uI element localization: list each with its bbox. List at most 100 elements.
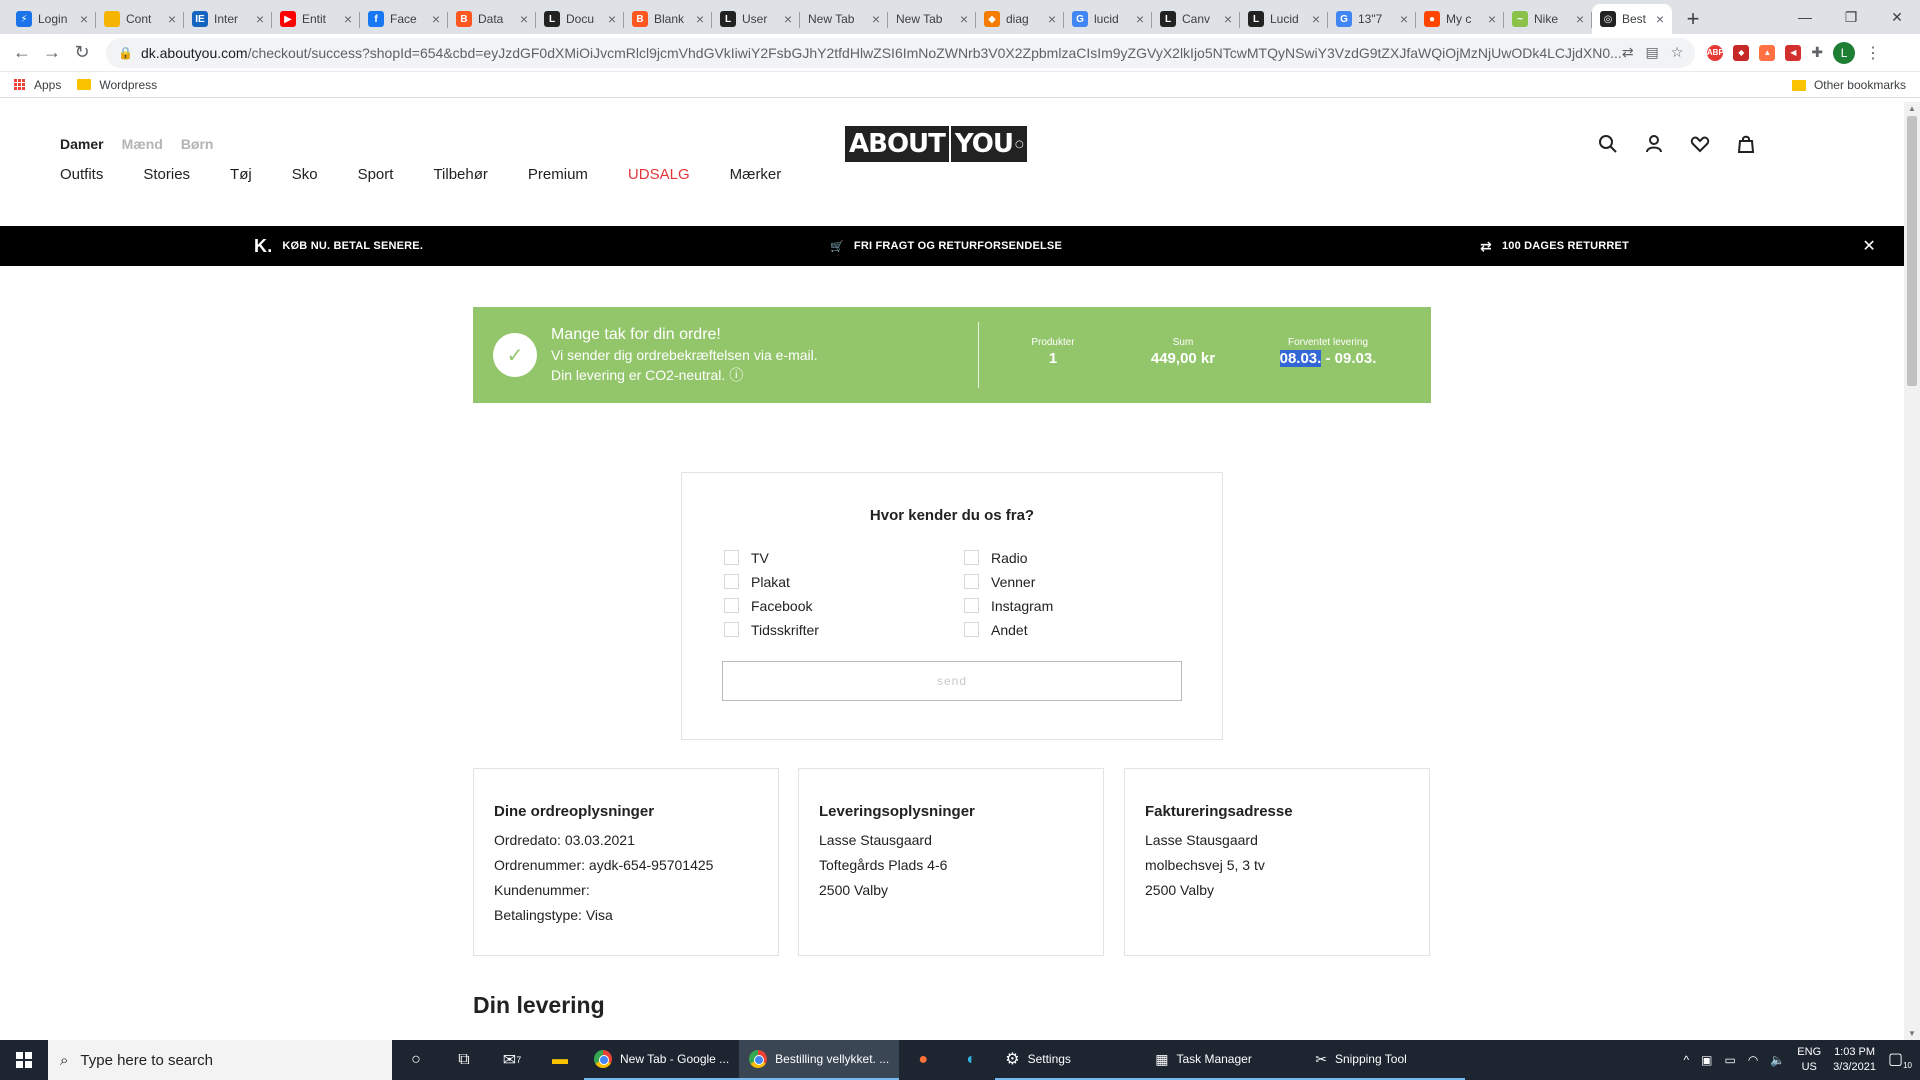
browser-tab[interactable]: IE Inter × <box>184 4 272 34</box>
checkbox[interactable] <box>724 598 739 613</box>
new-tab-button[interactable]: + <box>1678 4 1708 34</box>
nav-brands[interactable]: Mærker <box>730 166 782 183</box>
browser-tab[interactable]: Glucid × <box>1064 4 1152 34</box>
browser-tab[interactable]: G 13"7 × <box>1328 4 1416 34</box>
bookmark-apps[interactable]: Apps <box>14 78 61 92</box>
back-icon[interactable]: ← <box>8 39 36 67</box>
survey-option-magazines[interactable]: Tidsskrifter <box>724 621 964 638</box>
about-you-logo[interactable]: ABOUT YOU ○ <box>845 126 1027 162</box>
bookmark-other[interactable]: Other bookmarks <box>1791 72 1906 98</box>
browser-tab[interactable]: Cont × <box>96 4 184 34</box>
browser-tab[interactable]: ▶ Entit × <box>272 4 360 34</box>
browser-tab[interactable]: L Docu × <box>536 4 624 34</box>
taskbar-search-box[interactable]: ⌕ Type here to search <box>48 1040 392 1080</box>
checkbox[interactable] <box>964 622 979 637</box>
checkbox[interactable] <box>964 574 979 589</box>
tab-close-icon[interactable]: × <box>520 11 528 27</box>
nav-accessories[interactable]: Tilbehør <box>433 166 487 183</box>
minimize-window-icon[interactable]: — <box>1782 0 1828 34</box>
checkbox[interactable] <box>724 574 739 589</box>
browser-tab[interactable]: L User × <box>712 4 800 34</box>
file-explorer-icon[interactable]: ▬ <box>536 1040 584 1080</box>
browser-tab[interactable]: f Face × <box>360 4 448 34</box>
taskbar-app-settings[interactable]: ⚙ Settings <box>995 1040 1146 1080</box>
checkbox[interactable] <box>724 550 739 565</box>
scroll-down-icon[interactable]: ▼ <box>1908 1029 1916 1038</box>
tab-close-icon[interactable]: × <box>256 11 264 27</box>
shopping-bag-icon[interactable] <box>1736 134 1756 160</box>
chevron-up-icon[interactable]: ^ <box>1684 1053 1690 1067</box>
account-icon[interactable] <box>1644 134 1664 160</box>
tab-close-icon[interactable]: × <box>1400 11 1408 27</box>
tab-close-icon[interactable]: × <box>1656 11 1664 27</box>
close-window-icon[interactable]: ✕ <box>1874 0 1920 34</box>
menu-kebab-icon[interactable]: ⋮ <box>1865 43 1881 63</box>
browser-tab[interactable]: L Lucid × <box>1240 4 1328 34</box>
tab-close-icon[interactable]: × <box>872 11 880 27</box>
tab-close-icon[interactable]: × <box>784 11 792 27</box>
tab-close-icon[interactable]: × <box>80 11 88 27</box>
url-text[interactable]: dk.aboutyou.com/checkout/success?shopId=… <box>141 45 1622 61</box>
taskbar-app-chrome-newtab[interactable]: New Tab - Google ... <box>584 1040 740 1080</box>
forward-icon[interactable]: → <box>38 39 66 67</box>
browser-tab[interactable]: ~ Nike × <box>1504 4 1592 34</box>
nav-sale[interactable]: UDSALG <box>628 166 690 183</box>
gender-tab-women[interactable]: Damer <box>60 136 104 152</box>
browser-tab[interactable]: B Data × <box>448 4 536 34</box>
tab-close-icon[interactable]: × <box>696 11 704 27</box>
reader-mode-icon[interactable]: ▤ <box>1646 44 1659 61</box>
survey-option-facebook[interactable]: Facebook <box>724 597 964 614</box>
megaphone-extension-icon[interactable]: ◀ <box>1785 44 1802 61</box>
browser-tab[interactable]: L Canv × <box>1152 4 1240 34</box>
mail-icon[interactable]: ✉ 7 <box>488 1040 536 1080</box>
tab-close-icon[interactable]: × <box>1048 11 1056 27</box>
tab-close-icon[interactable]: × <box>432 11 440 27</box>
windows-start-icon[interactable] <box>0 1040 48 1080</box>
wifi-icon[interactable]: ◠ <box>1748 1053 1758 1067</box>
cortana-icon[interactable]: ○ <box>392 1040 440 1080</box>
survey-option-tv[interactable]: TV <box>724 549 964 566</box>
checkbox[interactable] <box>724 622 739 637</box>
clock[interactable]: 1:03 PM 3/3/2021 <box>1833 1045 1876 1075</box>
lock-icon[interactable]: 🔒 <box>118 46 133 60</box>
address-bar[interactable]: 🔒 dk.aboutyou.com/checkout/success?shopI… <box>106 37 1696 68</box>
search-icon[interactable] <box>1598 134 1618 160</box>
browser-tab[interactable]: ◎ Best × <box>1592 4 1672 34</box>
nav-shoes[interactable]: Sko <box>292 166 318 183</box>
tab-close-icon[interactable]: × <box>344 11 352 27</box>
edge-icon[interactable]: ◐ <box>947 1040 995 1080</box>
checkbox[interactable] <box>964 598 979 613</box>
nav-stories[interactable]: Stories <box>143 166 190 183</box>
browser-tab[interactable]: New Tab × <box>800 4 888 34</box>
adblock-extension-icon[interactable]: ABP <box>1707 44 1724 61</box>
tab-close-icon[interactable]: × <box>1136 11 1144 27</box>
reload-icon[interactable]: ↻ <box>68 39 96 67</box>
tab-close-icon[interactable]: × <box>1312 11 1320 27</box>
nav-premium[interactable]: Premium <box>528 166 588 183</box>
shield-extension-icon[interactable]: ◆ <box>1733 44 1750 61</box>
scrollbar-thumb[interactable] <box>1907 116 1917 386</box>
nav-sport[interactable]: Sport <box>358 166 394 183</box>
task-view-icon[interactable]: ⧉ <box>440 1040 488 1080</box>
taskbar-app-chrome-order[interactable]: Bestilling vellykket. ... <box>739 1040 900 1080</box>
survey-send-button[interactable]: send <box>722 661 1182 701</box>
survey-option-poster[interactable]: Plakat <box>724 573 964 590</box>
survey-option-other[interactable]: Andet <box>964 621 1164 638</box>
firefox-icon[interactable]: ● <box>899 1040 947 1080</box>
network-adapter-icon[interactable]: ▣ <box>1701 1053 1712 1067</box>
wishlist-heart-icon[interactable] <box>1690 134 1710 160</box>
tab-close-icon[interactable]: × <box>1488 11 1496 27</box>
taskbar-app-snipping-tool[interactable]: ✂ Snipping Tool <box>1305 1040 1466 1080</box>
volume-icon[interactable]: 🔈 <box>1770 1053 1785 1067</box>
translate-icon[interactable]: ⇄ <box>1622 44 1634 61</box>
browser-tab[interactable]: New Tab × <box>888 4 976 34</box>
browser-tab[interactable]: ● My c × <box>1416 4 1504 34</box>
extension-icon[interactable]: ▲ <box>1759 44 1776 61</box>
page-scrollbar[interactable]: ▲ ▼ <box>1904 102 1920 1040</box>
browser-tab[interactable]: ⚡ Login × <box>8 4 96 34</box>
info-icon[interactable]: ⓘ <box>729 367 743 383</box>
survey-option-friends[interactable]: Venner <box>964 573 1164 590</box>
survey-option-instagram[interactable]: Instagram <box>964 597 1164 614</box>
language-indicator[interactable]: ENG US <box>1797 1045 1821 1075</box>
restore-window-icon[interactable]: ❐ <box>1828 0 1874 34</box>
